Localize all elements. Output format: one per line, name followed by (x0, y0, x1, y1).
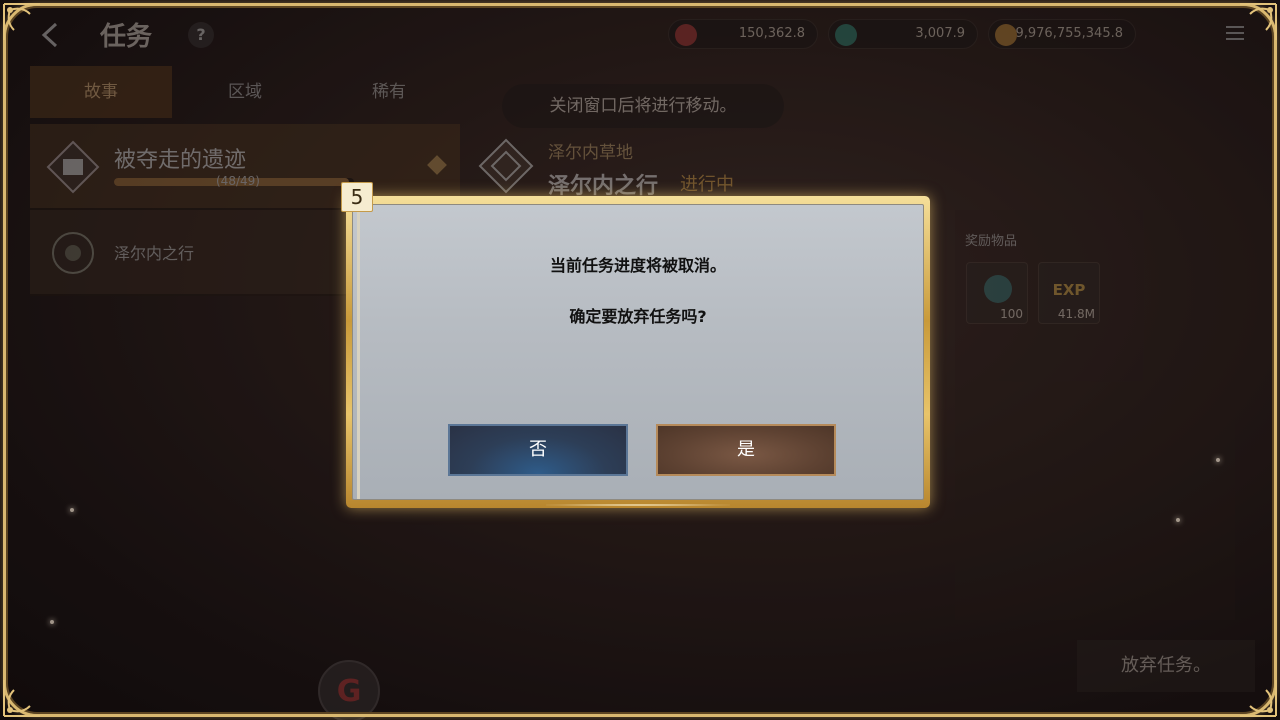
sparkle (1176, 518, 1180, 522)
dialog-glow (546, 504, 730, 506)
sparkle (50, 620, 54, 624)
confirm-dialog: 当前任务进度将被取消。 确定要放弃任务吗? 否 是 (346, 196, 930, 508)
game-screen: 任务 ? 150,362.8 3,007.9 9,976,755,345.8 故… (0, 0, 1280, 720)
sparkle (1216, 458, 1220, 462)
yes-button[interactable]: 是 (656, 424, 836, 476)
dialog-body (352, 204, 924, 500)
dialog-message-line1: 当前任务进度将被取消。 (549, 256, 726, 275)
dialog-message-line2: 确定要放弃任务吗? (569, 307, 707, 326)
sparkle (70, 508, 74, 512)
step-badge: 5 (341, 182, 373, 212)
no-button[interactable]: 否 (448, 424, 628, 476)
